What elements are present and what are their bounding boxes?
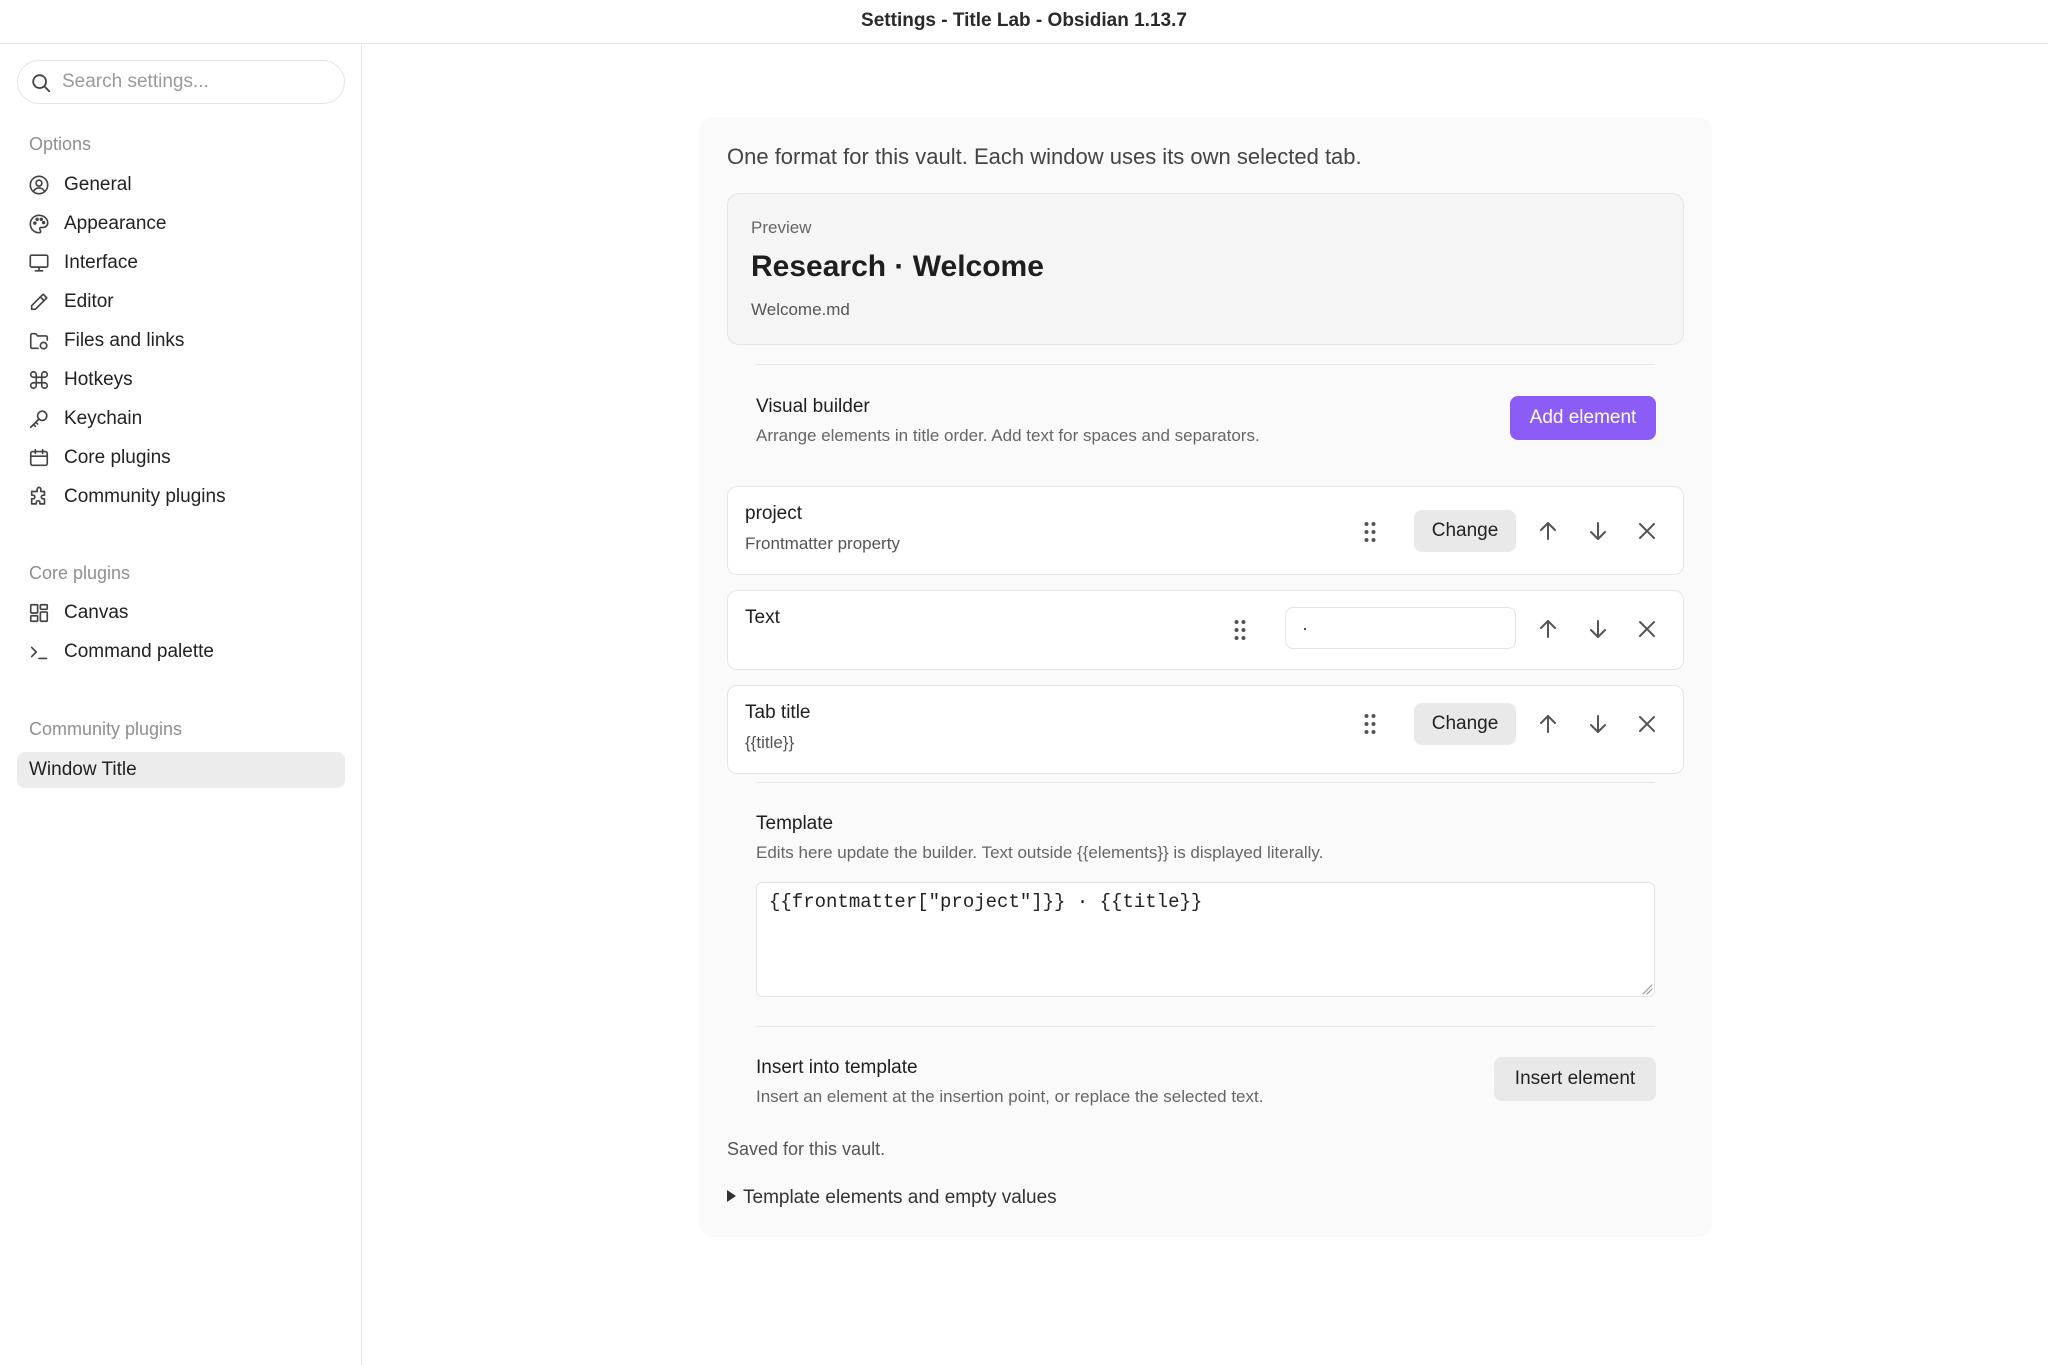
element-row-project: project Frontmatter property Change (727, 486, 1684, 575)
remove-element-icon[interactable] (1635, 519, 1659, 543)
command-icon (29, 370, 49, 390)
sidebar-item-label: Keychain (64, 408, 143, 429)
puzzle-icon (30, 486, 46, 505)
divider (756, 782, 1655, 783)
preview-label: Preview (751, 218, 812, 237)
pencil-icon (30, 293, 48, 311)
search-icon (32, 74, 51, 93)
sidebar-item-general[interactable]: General (17, 167, 345, 203)
folder-link-icon (29, 332, 49, 350)
intro-text: One format for this vault. Each window u… (727, 144, 1362, 169)
move-up-icon[interactable] (1536, 617, 1560, 641)
change-element-button[interactable]: Change (1414, 510, 1516, 552)
sidebar-item-label: Editor (64, 291, 114, 312)
sidebar-item-interface[interactable]: Interface (17, 245, 345, 281)
sidebar-item-label: Interface (64, 252, 138, 273)
insert-setting-desc: Insert an element at the insertion point… (756, 1087, 1264, 1106)
sidebar-item-label: General (64, 174, 132, 195)
element-token: {{title}} (745, 733, 795, 752)
disclosure-triangle-icon (727, 1190, 736, 1202)
preview-title: Research · Welcome (751, 250, 1044, 283)
element-name: project (745, 503, 803, 524)
sidebar-item-files-and-links[interactable]: Files and links (17, 323, 345, 359)
preview-file-name: Welcome.md (751, 300, 850, 319)
preview-card: Preview Research · Welcome Welcome.md (727, 193, 1684, 345)
template-setting-name: Template (756, 813, 834, 834)
sidebar-item-command-palette[interactable]: Command palette (17, 634, 345, 670)
change-element-button[interactable]: Change (1414, 703, 1516, 745)
search-input[interactable] (62, 67, 332, 97)
user-circle-icon (29, 175, 49, 195)
move-down-icon[interactable] (1586, 617, 1610, 641)
sidebar-item-label: Core plugins (64, 447, 171, 468)
template-elements-details-toggle[interactable]: Template elements and empty values (727, 1187, 1057, 1209)
sidebar-item-label: Canvas (64, 602, 129, 623)
sidebar-item-label: Files and links (64, 330, 185, 351)
visual-builder-desc: Arrange elements in title order. Add tex… (756, 426, 1260, 445)
remove-element-icon[interactable] (1635, 617, 1659, 641)
sidebar-item-label: Hotkeys (64, 369, 133, 390)
sidebar-item-canvas[interactable]: Canvas (17, 595, 345, 631)
sidebar-item-label: Appearance (64, 213, 167, 234)
sidebar-item-editor[interactable]: Editor (17, 284, 345, 320)
canvas-grid-icon (29, 603, 49, 623)
saved-status: Saved for this vault. (727, 1139, 886, 1159)
window-titlebar: Settings - Title Lab - Obsidian 1.13.7 (0, 0, 2048, 44)
plugin-settings-panel: One format for this vault. Each window u… (699, 117, 1712, 1237)
divider (756, 1026, 1655, 1027)
plugin-box-icon (29, 448, 49, 467)
palette-icon (29, 214, 49, 234)
sidebar-item-window-title[interactable]: Window Title (17, 752, 345, 788)
sidebar-item-core-plugins[interactable]: Core plugins (17, 440, 345, 476)
sidebar-item-appearance[interactable]: Appearance (17, 206, 345, 242)
section-title-community-plugins: Community plugins (29, 719, 183, 739)
terminal-icon (30, 646, 48, 660)
remove-element-icon[interactable] (1635, 712, 1659, 736)
element-name: Text (745, 607, 780, 628)
monitor-icon (29, 254, 49, 272)
sidebar-item-keychain[interactable]: Keychain (17, 401, 345, 437)
move-down-icon[interactable] (1586, 519, 1610, 543)
visual-builder-name: Visual builder (756, 396, 870, 417)
add-element-button[interactable]: Add element (1510, 396, 1656, 440)
move-down-icon[interactable] (1586, 712, 1610, 736)
move-up-icon[interactable] (1536, 712, 1560, 736)
element-row-tab-title: Tab title {{title}} Change (727, 685, 1684, 774)
sidebar-item-label: Community plugins (64, 486, 226, 507)
divider (756, 364, 1655, 365)
sidebar-item-label: Window Title (29, 759, 137, 780)
move-up-icon[interactable] (1536, 519, 1560, 543)
sidebar-item-label: Command palette (64, 641, 214, 662)
insert-setting-name: Insert into template (756, 1057, 918, 1078)
element-type: Frontmatter property (745, 534, 900, 553)
insert-element-button[interactable]: Insert element (1494, 1057, 1656, 1101)
template-setting-desc: Edits here update the builder. Text outs… (756, 843, 1324, 862)
drag-handle-icon[interactable] (1362, 520, 1378, 544)
template-textarea[interactable]: {{frontmatter["project"]}} · {{title}} (756, 882, 1655, 997)
drag-handle-icon[interactable] (1362, 712, 1378, 736)
search-box[interactable] (17, 60, 345, 104)
settings-sidebar: Options General Appearance Interface Edi… (0, 44, 362, 1365)
section-title-options: Options (29, 134, 92, 154)
separator-text-input[interactable] (1285, 607, 1516, 649)
section-title-core-plugins: Core plugins (29, 563, 131, 583)
element-row-text: Text (727, 590, 1684, 670)
element-name: Tab title (745, 702, 811, 723)
sidebar-item-hotkeys[interactable]: Hotkeys (17, 362, 345, 398)
key-icon (29, 410, 48, 429)
drag-handle-icon[interactable] (1232, 618, 1248, 642)
sidebar-item-community-plugins[interactable]: Community plugins (17, 479, 345, 515)
details-summary-label: Template elements and empty values (743, 1187, 1057, 1208)
resize-grip-icon[interactable] (1642, 984, 1653, 995)
window-title: Settings - Title Lab - Obsidian 1.13.7 (861, 10, 1187, 31)
